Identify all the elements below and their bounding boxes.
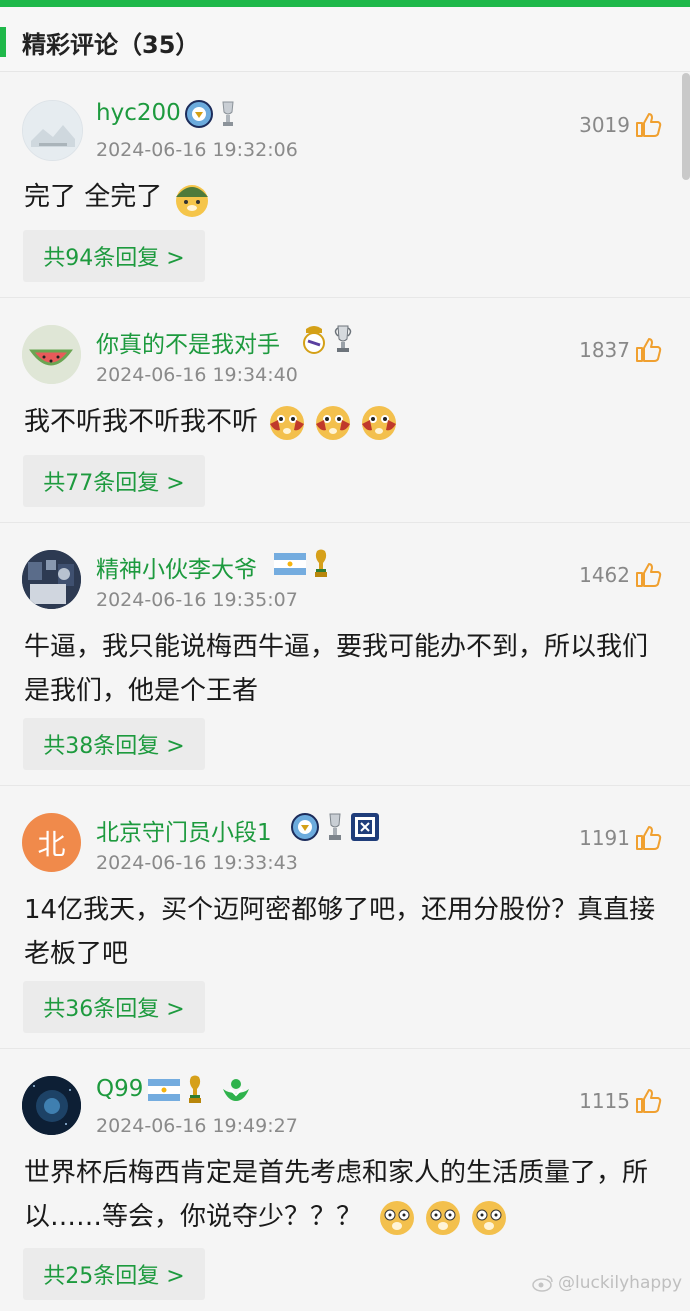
comment-text: 牛逼，我只能说梅西牛逼，要我可能办不到，所以我们是我们，他是个王者 <box>24 632 649 706</box>
view-replies-button[interactable]: 共36条回复 > <box>23 981 205 1033</box>
like-count: 1191 <box>579 826 630 850</box>
username[interactable]: 北京守门员小段1 <box>96 813 272 847</box>
avatar[interactable]: 北 <box>22 813 81 872</box>
username[interactable]: hyc200 <box>96 100 181 126</box>
comment-item: Q99 2024-06-16 19:49:27 1115 世界杯后梅西肯定是首先… <box>0 1049 690 1311</box>
like-count: 3019 <box>579 113 630 137</box>
comment-item: 北 北京守门员小段1 2024-06-16 19:33:43 1191 14亿我… <box>0 786 690 1049</box>
like-button[interactable]: 1191 <box>579 824 662 852</box>
username[interactable]: Q99 <box>96 1076 143 1102</box>
user-badges <box>274 545 330 583</box>
man-city-badge-icon <box>291 813 319 841</box>
comments-header: 精彩评论（35） <box>0 7 690 72</box>
covering-ears-doge-emoji <box>270 405 305 440</box>
shocked-doge-emoji <box>380 1200 415 1235</box>
club-badge-icon <box>351 813 379 841</box>
user-badges <box>290 808 380 846</box>
comment-text: 完了 全完了 <box>24 175 664 219</box>
comment-time: 2024-06-16 19:35:07 <box>96 589 298 611</box>
username[interactable]: 精神小伙李大爷 <box>96 550 257 584</box>
thumbs-up-icon <box>636 1089 662 1113</box>
thumbs-up-icon <box>636 113 662 137</box>
view-replies-button[interactable]: 共94条回复 > <box>23 230 205 282</box>
comment-text: 我不听我不听我不听 <box>24 400 664 444</box>
champions-trophy-icon <box>334 325 352 352</box>
like-count: 1115 <box>579 1089 630 1113</box>
helmet-doge-emoji <box>175 184 208 217</box>
header-accent <box>0 27 6 57</box>
real-madrid-badge-icon <box>303 326 325 354</box>
trophy-icon <box>222 101 234 126</box>
view-replies-button[interactable]: 共77条回复 > <box>23 455 205 507</box>
man-city-badge-icon <box>185 100 213 128</box>
avatar-initial: 北 <box>37 827 66 861</box>
avatar[interactable] <box>22 1076 81 1135</box>
scrollbar[interactable] <box>682 73 690 180</box>
green-charity-icon <box>223 1079 249 1101</box>
covering-ears-doge-emoji <box>362 405 397 440</box>
like-count: 1462 <box>579 563 630 587</box>
comment-list: hyc200 2024-06-16 19:32:06 3019 完了 全完了 共… <box>0 73 690 1311</box>
avatar[interactable] <box>22 100 83 161</box>
argentina-flag-icon <box>148 1079 180 1101</box>
like-button[interactable]: 1837 <box>579 336 662 364</box>
comments-title: 精彩评论（35） <box>22 31 200 59</box>
username[interactable]: 你真的不是我对手 <box>96 325 280 359</box>
avatar[interactable] <box>22 550 81 609</box>
comment-time: 2024-06-16 19:34:40 <box>96 364 298 386</box>
comment-text: 世界杯后梅西肯定是首先考虑和家人的生活质量了，所以……等会，你说夺少？？？ <box>24 1151 664 1239</box>
avatar[interactable] <box>22 325 81 384</box>
comment-time: 2024-06-16 19:33:43 <box>96 852 298 874</box>
user-badges <box>148 1071 252 1109</box>
thumbs-up-icon <box>636 826 662 850</box>
shocked-doge-emoji <box>472 1200 507 1235</box>
comment-time: 2024-06-16 19:32:06 <box>96 139 298 161</box>
view-replies-button[interactable]: 共25条回复 > <box>23 1248 205 1300</box>
watermark: @luckilyhappy <box>532 1273 682 1293</box>
weibo-logo-icon <box>532 1275 553 1292</box>
comment-item: 精神小伙李大爷 2024-06-16 19:35:07 1462 牛逼，我只能说… <box>0 523 690 786</box>
like-button[interactable]: 1115 <box>579 1087 662 1115</box>
view-replies-button[interactable]: 共38条回复 > <box>23 718 205 770</box>
comment-time: 2024-06-16 19:49:27 <box>96 1115 298 1137</box>
thumbs-up-icon <box>636 563 662 587</box>
world-cup-trophy-icon <box>189 1075 201 1103</box>
thumbs-up-icon <box>636 338 662 362</box>
like-count: 1837 <box>579 338 630 362</box>
world-cup-trophy-icon <box>315 549 327 577</box>
shocked-doge-emoji <box>426 1200 461 1235</box>
user-badges <box>302 320 354 358</box>
comment-text: 14亿我天，买个迈阿密都够了吧，还用分股份？真直接老板了吧 <box>24 895 656 969</box>
like-button[interactable]: 3019 <box>579 111 662 139</box>
top-accent-bar <box>0 0 690 7</box>
covering-ears-doge-emoji <box>316 405 351 440</box>
user-badges <box>184 95 236 133</box>
argentina-flag-icon <box>274 553 306 575</box>
trophy-icon <box>329 813 341 840</box>
like-button[interactable]: 1462 <box>579 561 662 589</box>
comment-item: hyc200 2024-06-16 19:32:06 3019 完了 全完了 共… <box>0 73 690 298</box>
comment-item: 你真的不是我对手 2024-06-16 19:34:40 1837 我不听我不听… <box>0 298 690 523</box>
